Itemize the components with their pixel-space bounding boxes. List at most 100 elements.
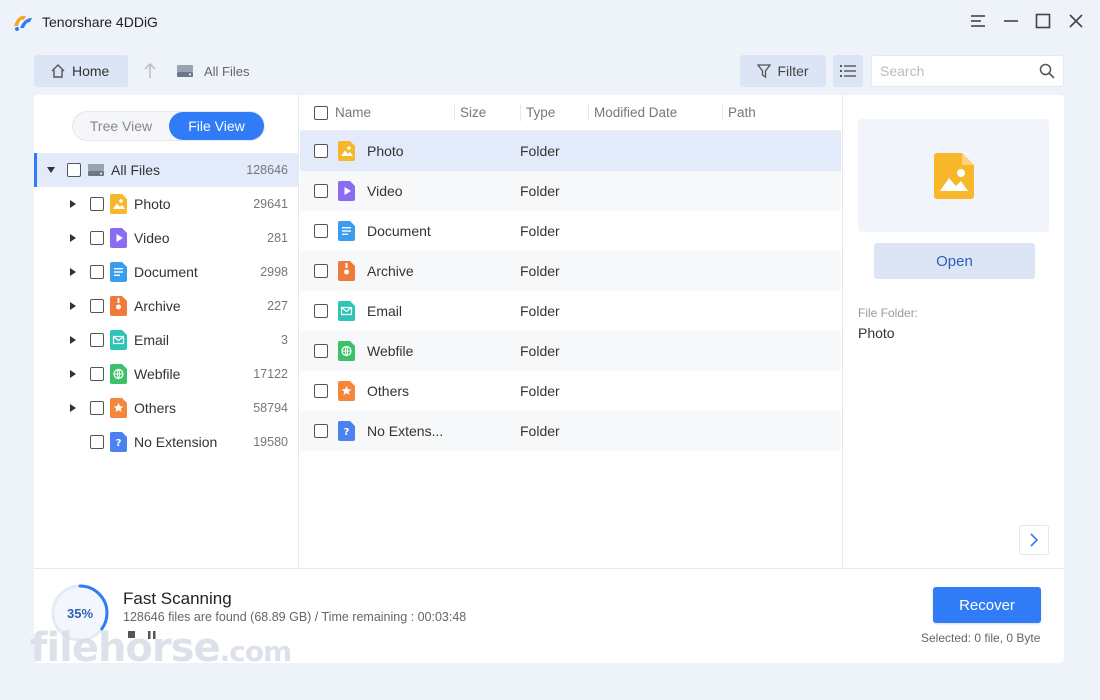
- checkbox[interactable]: [314, 184, 328, 198]
- checkbox[interactable]: [90, 435, 104, 449]
- star-icon: [110, 398, 127, 418]
- file-list-pane: Name Size Type Modified Date Path Photo F…: [300, 95, 841, 568]
- expand-arrow-icon[interactable]: [70, 404, 76, 412]
- tree-item-video[interactable]: Video 281: [34, 221, 298, 255]
- checkbox[interactable]: [90, 231, 104, 245]
- column-path[interactable]: Path: [728, 105, 756, 120]
- file-name: Archive: [367, 263, 414, 279]
- file-type: Folder: [520, 143, 560, 159]
- select-all-checkbox[interactable]: [314, 106, 328, 120]
- tree-view-tab[interactable]: Tree View: [73, 112, 169, 140]
- expand-arrow-icon[interactable]: [70, 234, 76, 242]
- image-icon: [338, 141, 355, 161]
- checkbox[interactable]: [314, 344, 328, 358]
- column-name[interactable]: Name: [335, 105, 371, 120]
- collapse-arrow-icon[interactable]: [47, 167, 55, 173]
- table-row[interactable]: Photo Folder: [300, 131, 841, 171]
- tree-item-document[interactable]: Document 2998: [34, 255, 298, 289]
- expand-arrow-icon[interactable]: [70, 200, 76, 208]
- open-button[interactable]: Open: [874, 243, 1035, 279]
- filter-button[interactable]: Filter: [740, 55, 826, 87]
- tree-item-others[interactable]: Others 58794: [34, 391, 298, 425]
- tree-item-photo[interactable]: Photo 29641: [34, 187, 298, 221]
- file-name: Document: [367, 223, 431, 239]
- table-row[interactable]: Webfile Folder: [300, 331, 841, 371]
- tree-item-count: 17122: [253, 367, 288, 381]
- tree-item-archive[interactable]: Archive 227: [34, 289, 298, 323]
- expand-arrow-icon[interactable]: [70, 336, 76, 344]
- column-modified-date[interactable]: Modified Date: [594, 105, 677, 120]
- tree-item-label: Email: [134, 332, 170, 348]
- column-size[interactable]: Size: [460, 105, 486, 120]
- globe-icon: [110, 364, 127, 384]
- tree-item-webfile[interactable]: Webfile 17122: [34, 357, 298, 391]
- image-icon: [110, 194, 127, 214]
- expand-arrow-icon[interactable]: [70, 370, 76, 378]
- checkbox[interactable]: [314, 224, 328, 238]
- table-row[interactable]: Video Folder: [300, 171, 841, 211]
- checkbox[interactable]: [90, 333, 104, 347]
- table-row[interactable]: Document Folder: [300, 211, 841, 251]
- expand-arrow-icon[interactable]: [70, 302, 76, 310]
- drive-icon: [88, 164, 104, 176]
- file-name: Photo: [367, 143, 404, 159]
- table-row[interactable]: Others Folder: [300, 371, 841, 411]
- tree-item-email[interactable]: Email 3: [34, 323, 298, 357]
- title-bar: Tenorshare 4DDiG: [0, 0, 1100, 42]
- tree-item-no-extension[interactable]: ? No Extension 19580: [34, 425, 298, 459]
- checkbox[interactable]: [90, 299, 104, 313]
- archive-icon: [110, 296, 127, 316]
- checkbox[interactable]: [314, 264, 328, 278]
- selected-info: Selected: 0 file, 0 Byte: [921, 631, 1041, 645]
- home-label: Home: [72, 63, 110, 79]
- table-row[interactable]: ? No Extens... Folder: [300, 411, 841, 451]
- tree-item-count: 3: [281, 333, 288, 347]
- svg-text:?: ?: [116, 438, 122, 449]
- checkbox[interactable]: [90, 401, 104, 415]
- table-row[interactable]: Archive Folder: [300, 251, 841, 291]
- column-type[interactable]: Type: [526, 105, 555, 120]
- tree-item-count: 227: [267, 299, 288, 313]
- breadcrumb[interactable]: All Files: [204, 64, 250, 79]
- file-type: Folder: [520, 183, 560, 199]
- tree-item-label: Others: [134, 400, 177, 416]
- tree-item-all-files[interactable]: All Files 128646: [34, 153, 298, 187]
- next-button[interactable]: [1019, 525, 1049, 555]
- scan-title: Fast Scanning: [123, 589, 232, 608]
- tree-item-count: 29641: [253, 197, 288, 211]
- maximize-icon[interactable]: [1032, 10, 1054, 32]
- table-row[interactable]: Email Folder: [300, 291, 841, 331]
- drive-icon: [177, 65, 193, 77]
- file-type: Folder: [520, 263, 560, 279]
- file-type: Folder: [520, 343, 560, 359]
- file-type: Folder: [520, 303, 560, 319]
- expand-arrow-icon[interactable]: [70, 268, 76, 276]
- file-type: Folder: [520, 223, 560, 239]
- menu-icon[interactable]: [967, 10, 989, 32]
- search-input[interactable]: [872, 56, 1022, 86]
- table-header: Name Size Type Modified Date Path: [300, 95, 841, 131]
- tree-item-count: 19580: [253, 435, 288, 449]
- tree-item-label: Video: [134, 230, 170, 246]
- checkbox[interactable]: [90, 265, 104, 279]
- checkbox[interactable]: [314, 424, 328, 438]
- checkbox[interactable]: [67, 163, 81, 177]
- video-icon: [338, 181, 355, 201]
- home-icon: [51, 64, 65, 78]
- list-view-button[interactable]: [833, 55, 863, 87]
- search-icon[interactable]: [1039, 63, 1055, 79]
- checkbox[interactable]: [314, 304, 328, 318]
- close-icon[interactable]: [1065, 10, 1087, 32]
- file-type: Folder: [520, 383, 560, 399]
- checkbox[interactable]: [314, 384, 328, 398]
- recover-button[interactable]: Recover: [933, 587, 1041, 623]
- checkbox[interactable]: [90, 197, 104, 211]
- checkbox[interactable]: [314, 144, 328, 158]
- checkbox[interactable]: [90, 367, 104, 381]
- up-arrow-icon[interactable]: [142, 62, 158, 80]
- minimize-icon[interactable]: [1000, 10, 1022, 32]
- file-view-tab[interactable]: File View: [169, 112, 264, 140]
- home-button[interactable]: Home: [34, 55, 128, 87]
- view-toggle: Tree View File View: [72, 111, 265, 141]
- file-name: Email: [367, 303, 403, 319]
